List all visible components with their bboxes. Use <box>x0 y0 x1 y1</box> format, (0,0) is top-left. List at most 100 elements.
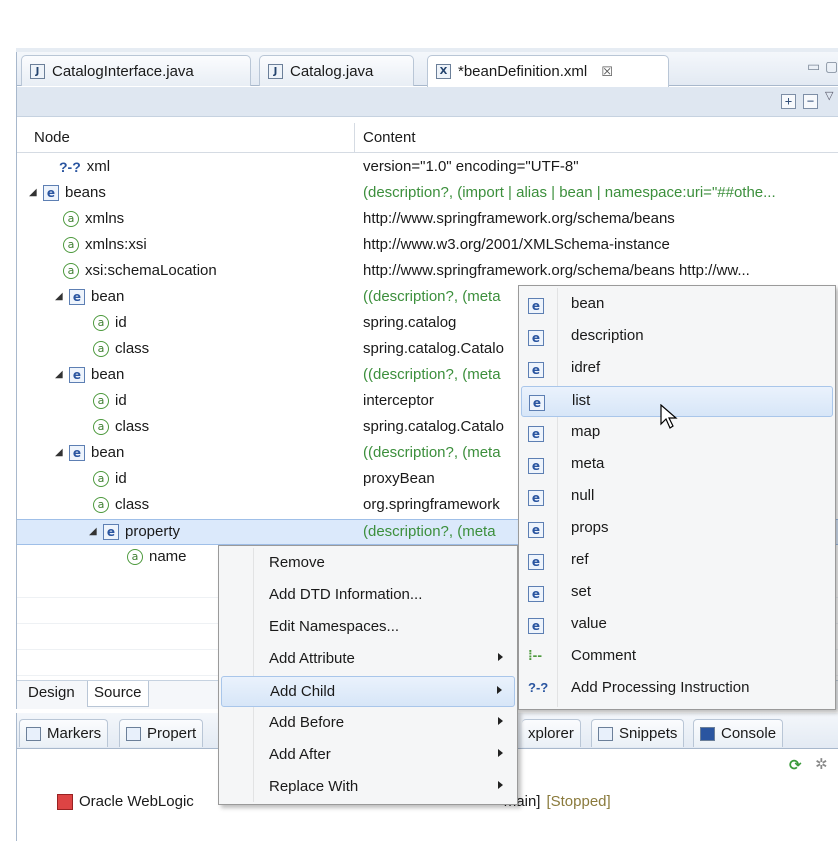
window-top-band <box>0 0 838 52</box>
minimize-icon[interactable]: ▭ <box>807 58 820 75</box>
tab-console[interactable]: Console <box>693 719 784 747</box>
node-name: xml <box>86 158 111 175</box>
submenu-item-comment[interactable]: ⁞-- Comment <box>521 642 833 673</box>
menu-item-remove[interactable]: Remove <box>221 548 515 579</box>
column-divider[interactable] <box>354 123 355 153</box>
element-icon: e <box>528 490 544 506</box>
submenu-arrow-icon <box>498 749 503 757</box>
properties-icon <box>126 726 141 741</box>
tab-label: Console <box>721 725 777 742</box>
submenu-item-set[interactable]: e set <box>521 578 833 609</box>
element-icon: e <box>528 298 544 314</box>
maximize-icon[interactable]: ▢ <box>825 58 838 75</box>
submenu-item-null[interactable]: e null <box>521 482 833 513</box>
node-name: id <box>115 314 127 331</box>
element-icon: e <box>43 184 59 201</box>
java-file-icon: J <box>268 63 283 79</box>
node-name: id <box>115 470 127 487</box>
submenu-item-ref[interactable]: e ref <box>521 546 833 577</box>
node-name: class <box>115 418 150 435</box>
tab-snippets[interactable]: Snippets <box>591 719 685 747</box>
submenu-item-bean[interactable]: e bean <box>521 290 833 321</box>
expanded-arrow-icon[interactable]: ◢ <box>29 187 43 198</box>
node-column-header[interactable]: Node <box>34 129 70 146</box>
content-column-header[interactable]: Content <box>363 129 416 146</box>
element-icon: e <box>528 586 544 602</box>
expanded-arrow-icon[interactable]: ◢ <box>55 291 69 302</box>
tab-design[interactable]: Design <box>21 681 82 707</box>
console-icon <box>700 726 715 741</box>
tab-source[interactable]: Source <box>87 681 149 707</box>
menu-item-add-before[interactable]: Add Before <box>221 708 515 739</box>
menu-item-add-after[interactable]: Add After <box>221 740 515 771</box>
menu-item-add-child[interactable]: Add Child <box>221 676 515 707</box>
menu-item-edit-namespaces[interactable]: Edit Namespaces... <box>221 612 515 643</box>
menu-item-add-attribute[interactable]: Add Attribute <box>221 644 515 675</box>
processing-instruction-icon: ?-? <box>59 158 81 175</box>
snippets-icon <box>598 726 613 741</box>
submenu-arrow-icon <box>498 781 503 789</box>
mouse-pointer-icon <box>660 404 678 429</box>
design-toolbar: + − ▽ <box>17 87 838 117</box>
tab-explorer[interactable]: xplorer <box>522 719 581 747</box>
node-content: http://www.springframework.org/schema/be… <box>363 262 750 279</box>
submenu-arrow-icon <box>498 717 503 725</box>
menu-item-add-dtd[interactable]: Add DTD Information... <box>221 580 515 611</box>
tree-row[interactable]: a xmlns http://www.springframework.org/sc… <box>17 207 838 233</box>
close-icon[interactable]: ☒ <box>601 64 613 80</box>
element-icon: e <box>528 362 544 378</box>
tree-row[interactable]: ◢ e beans (description?, (import | alias |… <box>17 181 838 207</box>
tab-properties[interactable]: Propert <box>119 719 204 747</box>
tab-catalog[interactable]: J Catalog.java <box>259 55 414 86</box>
submenu-item-value[interactable]: e value <box>521 610 833 641</box>
node-name: xmlns <box>85 210 125 227</box>
processing-instruction-icon: ?-? <box>528 680 549 695</box>
expand-all-icon[interactable]: + <box>781 94 796 109</box>
node-content: version="1.0" encoding="UTF-8" <box>363 158 579 175</box>
element-icon: e <box>529 395 545 411</box>
tree-row[interactable]: a xsi:schemaLocation http://www.springfra… <box>17 259 838 285</box>
attribute-icon: a <box>93 314 109 331</box>
collapse-all-icon[interactable]: − <box>803 94 818 109</box>
expanded-arrow-icon[interactable]: ◢ <box>55 447 69 458</box>
submenu-item-props[interactable]: e props <box>521 514 833 545</box>
node-content: http://www.springframework.org/schema/be… <box>363 210 675 227</box>
attribute-icon: a <box>63 210 79 227</box>
view-menu-icon[interactable]: ▽ <box>825 89 833 102</box>
markers-icon <box>26 726 41 741</box>
submenu-item-idref[interactable]: e idref <box>521 354 833 385</box>
expanded-arrow-icon[interactable]: ◢ <box>89 526 103 537</box>
menu-item-replace-with[interactable]: Replace With <box>221 772 515 803</box>
node-name: id <box>115 392 127 409</box>
tab-label: Snippets <box>619 725 678 742</box>
node-name: bean <box>91 366 125 383</box>
tab-label: Catalog.java <box>290 62 374 80</box>
node-name: bean <box>91 444 125 461</box>
tab-markers[interactable]: Markers <box>19 719 109 747</box>
element-icon: e <box>528 330 544 346</box>
tree-row[interactable]: ?-? xml version="1.0" encoding="UTF-8" <box>17 155 838 181</box>
submenu-item-description[interactable]: e description <box>521 322 833 353</box>
tab-label: xplorer <box>528 725 574 742</box>
expanded-arrow-icon[interactable]: ◢ <box>55 369 69 380</box>
tab-label: CatalogInterface.java <box>52 62 194 80</box>
submenu-arrow-icon <box>497 686 502 694</box>
tree-row[interactable]: a xmlns:xsi http://www.w3.org/2001/XMLSch… <box>17 233 838 259</box>
tab-bean-definition[interactable]: X *beanDefinition.xml ☒ <box>427 55 669 87</box>
settings-icon[interactable]: ✲ <box>815 755 828 773</box>
attribute-icon: a <box>93 340 109 357</box>
context-menu: Remove Add DTD Information... Edit Names… <box>218 545 518 805</box>
node-name: bean <box>91 288 125 305</box>
attribute-icon: a <box>63 262 79 279</box>
submenu-item-processing-instruction[interactable]: ?-? Add Processing Instruction <box>521 674 833 705</box>
attribute-icon: a <box>93 392 109 409</box>
node-name: property <box>125 523 181 540</box>
attribute-icon: a <box>63 236 79 253</box>
refresh-icon[interactable]: ⟳ <box>789 756 802 774</box>
submenu-item-meta[interactable]: e meta <box>521 450 833 481</box>
tab-label: Propert <box>147 725 197 742</box>
java-file-icon: J <box>30 63 45 79</box>
element-icon: e <box>69 444 85 461</box>
element-icon: e <box>528 458 544 474</box>
tab-catalog-interface[interactable]: J CatalogInterface.java <box>21 55 251 86</box>
